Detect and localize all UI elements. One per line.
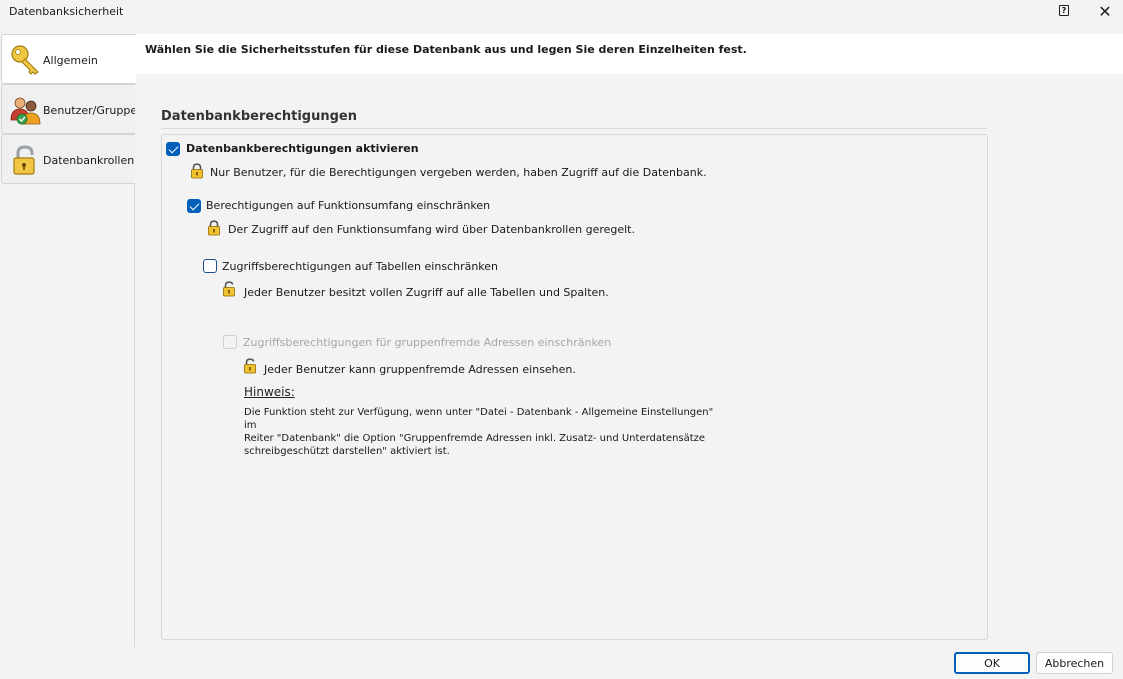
padlock-icon [13, 145, 35, 175]
enable-db-permissions-info: Nur Benutzer, für die Berechtigungen ver… [210, 166, 707, 179]
restrict-foreign-addresses-info: Jeder Benutzer kann gruppenfremde Adress… [264, 363, 576, 376]
ok-button[interactable]: OK [954, 652, 1030, 674]
restrict-foreign-addresses-checkbox [223, 335, 237, 349]
lock-closed-icon [208, 220, 220, 236]
main-panel: Wählen Sie die Sicherheitsstufen für die… [135, 34, 1123, 647]
lock-open-icon [223, 281, 235, 297]
restrict-foreign-addresses-label: Zugriffsberechtigungen für gruppenfremde… [243, 336, 612, 349]
lock-open-icon [244, 358, 256, 374]
sidebar-item-label: Benutzer/Gruppen [43, 104, 145, 117]
close-icon[interactable]: ✕ [1092, 1, 1118, 23]
sidebar-item-datenbankrollen[interactable]: Datenbankrollen [1, 134, 135, 184]
restrict-tables-label[interactable]: Zugriffsberechtigungen auf Tabellen eins… [222, 260, 498, 273]
sidebar-item-allgemein[interactable]: Allgemein [1, 34, 136, 84]
section-divider [161, 128, 987, 129]
hint-text: Die Funktion steht zur Verfügung, wenn u… [244, 406, 724, 458]
sidebar: Allgemein Benutzer/Gruppen Datenbankroll… [0, 34, 144, 647]
title-bar: Datenbanksicherheit ? ✕ [0, 0, 1123, 26]
restrict-tables-checkbox[interactable] [203, 259, 217, 273]
help-icon[interactable]: ? [1059, 5, 1069, 16]
restrict-functions-checkbox[interactable] [187, 199, 201, 213]
enable-db-permissions-checkbox[interactable] [166, 142, 180, 156]
hint-line: Reiter "Datenbank" die Option "Gruppenfr… [244, 433, 706, 444]
restrict-functions-label[interactable]: Berechtigungen auf Funktionsumfang einsc… [206, 199, 490, 212]
key-icon [11, 45, 39, 75]
enable-db-permissions-label[interactable]: Datenbankberechtigungen aktivieren [186, 142, 419, 155]
restrict-tables-info: Jeder Benutzer besitzt vollen Zugriff au… [244, 286, 609, 299]
restrict-functions-info: Der Zugriff auf den Funktionsumfang wird… [228, 223, 635, 236]
sidebar-item-label: Datenbankrollen [43, 154, 135, 167]
cancel-button[interactable]: Abbrechen [1036, 652, 1113, 674]
window-title: Datenbanksicherheit [9, 5, 124, 18]
sidebar-item-benutzer-gruppen[interactable]: Benutzer/Gruppen [1, 84, 144, 134]
hint-title: Hinweis: [244, 385, 295, 399]
sidebar-item-label: Allgemein [43, 54, 98, 67]
hint-line: Die Funktion steht zur Verfügung, wenn u… [244, 407, 714, 431]
page-description: Wählen Sie die Sicherheitsstufen für die… [145, 43, 747, 56]
lock-closed-icon [191, 163, 203, 179]
users-icon [10, 97, 41, 125]
section-title: Datenbankberechtigungen [161, 109, 358, 124]
hint-line: schreibgeschützt darstellen" aktiviert i… [244, 446, 450, 457]
